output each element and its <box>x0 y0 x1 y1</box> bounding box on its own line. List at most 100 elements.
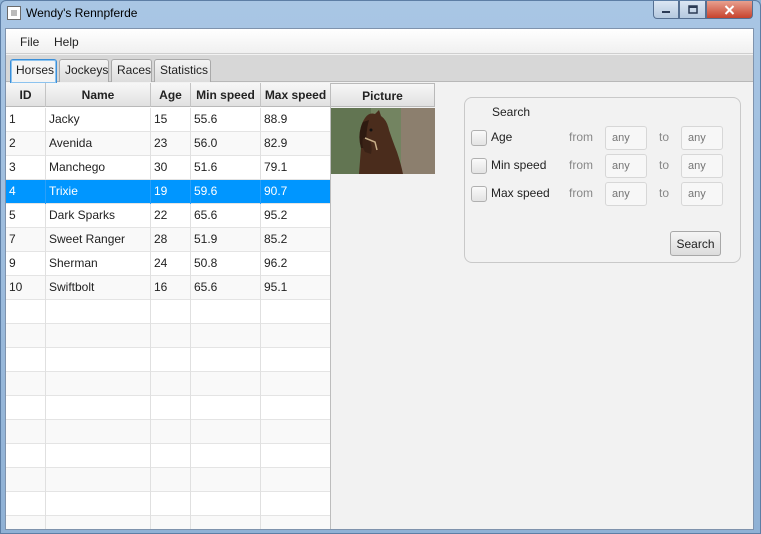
menu-help[interactable]: Help <box>54 35 79 49</box>
table-body: 1 Jacky 15 55.6 88.9 2 Avenida 23 56.0 82.9 3 Manch… <box>6 108 330 529</box>
age-checkbox[interactable] <box>471 130 487 146</box>
empty-table-row[interactable] <box>6 348 330 372</box>
cell-id <box>6 348 46 372</box>
empty-table-row[interactable] <box>6 444 330 468</box>
tab-bar: Horses Jockeys Races Statistics <box>6 55 753 83</box>
cell-max-speed: 90.7 <box>261 180 330 204</box>
cell-max-speed <box>261 444 330 468</box>
age-to-input[interactable] <box>681 126 723 150</box>
empty-table-row[interactable] <box>6 492 330 516</box>
tab-races[interactable]: Races <box>111 59 152 82</box>
maximize-icon <box>687 5 698 14</box>
client-area: File Help Horses Jockeys Races Statistic… <box>5 28 754 530</box>
empty-table-row[interactable] <box>6 468 330 492</box>
table-row[interactable]: 10 Swiftbolt 16 65.6 95.1 <box>6 276 330 300</box>
cell-name: Dark Sparks <box>46 204 151 228</box>
cell-age <box>151 396 191 420</box>
cell-name <box>46 444 151 468</box>
cell-age <box>151 324 191 348</box>
cell-name: Sweet Ranger <box>46 228 151 252</box>
cell-max-speed <box>261 420 330 444</box>
min-speed-checkbox[interactable] <box>471 158 487 174</box>
cell-max-speed <box>261 516 330 529</box>
cell-id <box>6 396 46 420</box>
cell-age: 19 <box>151 180 191 204</box>
tab-statistics[interactable]: Statistics <box>154 59 211 82</box>
cell-name: Avenida <box>46 132 151 156</box>
empty-table-row[interactable] <box>6 372 330 396</box>
search-row-age: Age from to <box>471 126 736 150</box>
cell-max-speed <box>261 468 330 492</box>
empty-table-row[interactable] <box>6 396 330 420</box>
empty-table-row[interactable] <box>6 300 330 324</box>
cell-min-speed: 56.0 <box>191 132 261 156</box>
cell-name: Jacky <box>46 108 151 132</box>
search-row-max-speed: Max speed from to <box>471 182 736 206</box>
min-speed-to-input[interactable] <box>681 154 723 178</box>
cell-id <box>6 468 46 492</box>
horses-table[interactable]: ID Name Age Min speed Max speed 1 Jacky 15… <box>6 83 331 529</box>
cell-name <box>46 324 151 348</box>
column-header-age[interactable]: Age <box>151 83 191 107</box>
min-speed-from-label: from <box>569 158 593 172</box>
cell-min-speed <box>191 324 261 348</box>
max-speed-from-label: from <box>569 186 593 200</box>
column-header-min-speed[interactable]: Min speed <box>191 83 261 107</box>
cell-name <box>46 372 151 396</box>
cell-age <box>151 348 191 372</box>
min-speed-label: Min speed <box>491 158 547 172</box>
cell-id: 5 <box>6 204 46 228</box>
search-panel: Search Age from to Min speed from to Max… <box>464 97 741 263</box>
horse-illustration <box>331 108 435 174</box>
tab-horses[interactable]: Horses <box>10 59 57 83</box>
table-row[interactable]: 1 Jacky 15 55.6 88.9 <box>6 108 330 132</box>
column-header-id[interactable]: ID <box>6 83 46 107</box>
menu-file[interactable]: File <box>20 35 39 49</box>
cell-id: 1 <box>6 108 46 132</box>
cell-age: 23 <box>151 132 191 156</box>
empty-table-row[interactable] <box>6 420 330 444</box>
cell-name <box>46 468 151 492</box>
empty-table-row[interactable] <box>6 516 330 529</box>
table-row[interactable]: 7 Sweet Ranger 28 51.9 85.2 <box>6 228 330 252</box>
column-header-max-speed[interactable]: Max speed <box>261 83 330 107</box>
table-row[interactable]: 2 Avenida 23 56.0 82.9 <box>6 132 330 156</box>
search-legend: Search <box>490 105 533 119</box>
search-row-min-speed: Min speed from to <box>471 154 736 178</box>
resize-grip[interactable] <box>745 521 753 529</box>
search-button[interactable]: Search <box>670 231 721 256</box>
cell-id: 2 <box>6 132 46 156</box>
cell-id <box>6 372 46 396</box>
cell-max-speed <box>261 300 330 324</box>
max-speed-from-input[interactable] <box>605 182 647 206</box>
table-row[interactable]: 4 Trixie 19 59.6 90.7 <box>6 180 330 204</box>
age-from-input[interactable] <box>605 126 647 150</box>
minimize-button[interactable] <box>653 1 679 19</box>
tab-jockeys[interactable]: Jockeys <box>59 59 109 82</box>
cell-min-speed <box>191 444 261 468</box>
cell-min-speed: 65.6 <box>191 204 261 228</box>
cell-age: 22 <box>151 204 191 228</box>
table-row[interactable]: 5 Dark Sparks 22 65.6 95.2 <box>6 204 330 228</box>
title-bar[interactable]: Wendy's Rennpferde <box>1 1 760 27</box>
age-label: Age <box>491 130 513 144</box>
cell-age <box>151 420 191 444</box>
column-header-name[interactable]: Name <box>46 83 151 107</box>
empty-table-row[interactable] <box>6 324 330 348</box>
maximize-button[interactable] <box>679 1 706 19</box>
min-speed-from-input[interactable] <box>605 154 647 178</box>
close-button[interactable] <box>706 1 753 19</box>
column-header-picture[interactable]: Picture <box>331 83 435 107</box>
max-speed-checkbox[interactable] <box>471 186 487 202</box>
cell-max-speed <box>261 372 330 396</box>
max-speed-to-input[interactable] <box>681 182 723 206</box>
app-window: Wendy's Rennpferde File Help Horses Jock… <box>0 0 761 534</box>
cell-name <box>46 516 151 529</box>
cell-min-speed <box>191 420 261 444</box>
table-row[interactable]: 9 Sherman 24 50.8 96.2 <box>6 252 330 276</box>
age-from-label: from <box>569 130 593 144</box>
cell-min-speed <box>191 348 261 372</box>
table-row[interactable]: 3 Manchego 30 51.6 79.1 <box>6 156 330 180</box>
cell-max-speed: 79.1 <box>261 156 330 180</box>
cell-max-speed <box>261 348 330 372</box>
